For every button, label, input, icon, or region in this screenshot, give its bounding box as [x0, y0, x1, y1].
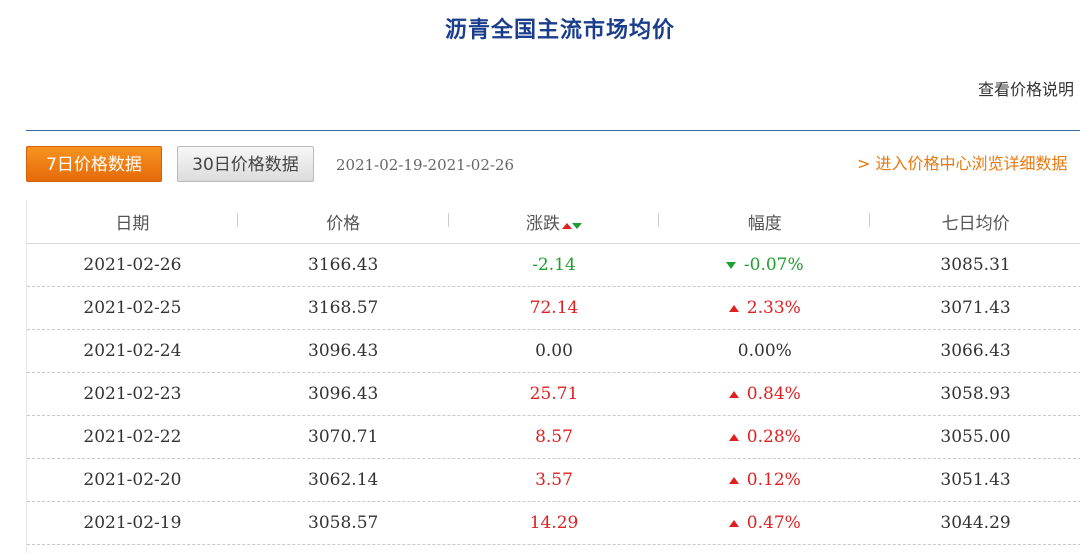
cell-date: 2021-02-24: [83, 341, 182, 361]
cell-date: 2021-02-20: [83, 470, 182, 490]
cell-pct: 2.33%: [659, 298, 870, 318]
down-arrow-icon: [725, 262, 736, 269]
cell-change: -2.14: [532, 255, 576, 275]
cell-pct: 0.28%: [659, 427, 870, 447]
cell-change: 25.71: [529, 384, 579, 404]
cell-price: 3166.43: [308, 255, 379, 275]
column-header-date[interactable]: 日期: [27, 209, 238, 234]
tab-7-day[interactable]: 7日价格数据: [26, 146, 162, 182]
cell-price: 3058.57: [308, 513, 379, 533]
pct-value: -0.07%: [743, 255, 804, 275]
table-row: 2021-02-19 3058.57 14.29 0.47% 3044.29: [27, 502, 1080, 545]
cell-date: 2021-02-23: [83, 384, 182, 404]
cell-avg7: 3055.00: [940, 427, 1011, 447]
sort-down-icon: [571, 223, 582, 229]
cell-pct: 0.47%: [659, 513, 870, 533]
cell-change: 72.14: [529, 298, 579, 318]
table-row: 2021-02-24 3096.43 0.00 0.00% 3066.43: [27, 330, 1080, 373]
table-row: 2021-02-22 3070.71 8.57 0.28% 3055.00: [27, 416, 1080, 459]
up-arrow-icon: [728, 305, 739, 312]
pct-value: 0.00%: [737, 341, 792, 361]
price-table: 日期 价格 涨跌 幅度 七日均价 2021-02-26 3166.43 -2.14 -…: [26, 200, 1080, 553]
column-header-change-label: 涨跌: [525, 214, 560, 234]
price-center-link[interactable]: > 进入价格中心浏览详细数据: [857, 150, 1068, 174]
cell-avg7: 3066.43: [940, 341, 1011, 361]
pct-value: 0.12%: [746, 470, 801, 490]
table-row: 2021-02-23 3096.43 25.71 0.84% 3058.93: [27, 373, 1080, 416]
table-body: 2021-02-26 3166.43 -2.14 -0.07% 3085.31 2021-…: [27, 244, 1080, 545]
tab-30-day[interactable]: 30日价格数据: [177, 146, 314, 182]
cell-pct: 0.12%: [659, 470, 870, 490]
up-arrow-icon: [728, 477, 739, 484]
column-header-pct[interactable]: 幅度: [659, 209, 870, 234]
cell-change: 0.00: [535, 341, 573, 361]
table-row: 2021-02-20 3062.14 3.57 0.12% 3051.43: [27, 459, 1080, 502]
pct-value: 0.84%: [746, 384, 801, 404]
cell-price: 3096.43: [308, 384, 379, 404]
page-title: 沥青全国主流市场均价: [444, 18, 675, 43]
cell-price: 3062.14: [308, 470, 379, 490]
cell-avg7: 3071.43: [940, 298, 1011, 318]
pct-value: 2.33%: [746, 298, 801, 318]
cell-price: 3168.57: [308, 298, 379, 318]
cell-date: 2021-02-26: [83, 255, 182, 275]
table-header: 日期 价格 涨跌 幅度 七日均价: [27, 200, 1080, 244]
cell-date: 2021-02-25: [83, 298, 182, 318]
up-arrow-icon: [728, 520, 739, 527]
column-header-change[interactable]: 涨跌: [449, 209, 660, 234]
cell-avg7: 3058.93: [940, 384, 1011, 404]
pct-value: 0.28%: [746, 427, 801, 447]
cell-change: 14.29: [529, 513, 579, 533]
column-header-avg7[interactable]: 七日均价: [870, 209, 1080, 234]
cell-price: 3096.43: [308, 341, 379, 361]
cell-price: 3070.71: [308, 427, 379, 447]
cell-date: 2021-02-19: [83, 513, 182, 533]
price-help-link[interactable]: 查看价格说明: [978, 76, 1074, 100]
up-arrow-icon: [728, 434, 739, 441]
pct-value: 0.47%: [746, 513, 801, 533]
cell-pct: -0.07%: [659, 255, 870, 275]
cell-avg7: 3051.43: [940, 470, 1011, 490]
cell-change: 8.57: [535, 427, 573, 447]
date-range: 2021-02-19-2021-02-26: [336, 156, 515, 174]
column-header-price[interactable]: 价格: [238, 209, 449, 234]
cell-avg7: 3044.29: [940, 513, 1011, 533]
divider: [26, 130, 1080, 131]
table-row: 2021-02-25 3168.57 72.14 2.33% 3071.43: [27, 287, 1080, 330]
sort-icon[interactable]: [561, 214, 582, 234]
table-row: 2021-02-26 3166.43 -2.14 -0.07% 3085.31: [27, 244, 1080, 287]
sort-up-icon: [561, 223, 572, 229]
cell-pct: 0.00%: [659, 341, 870, 361]
cell-avg7: 3085.31: [940, 255, 1011, 275]
up-arrow-icon: [728, 391, 739, 398]
cell-pct: 0.84%: [659, 384, 870, 404]
cell-date: 2021-02-22: [83, 427, 182, 447]
cell-change: 3.57: [535, 470, 573, 490]
